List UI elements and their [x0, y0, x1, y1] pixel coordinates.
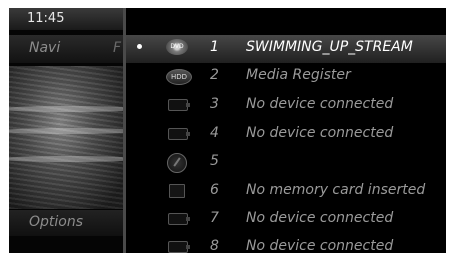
- item-label: No device connected: [246, 210, 394, 226]
- hdd-icon: HDD: [166, 69, 192, 85]
- list-item[interactable]: 8 No device connected: [126, 234, 446, 253]
- usb-icon: [168, 128, 188, 140]
- item-number: 8: [210, 238, 219, 253]
- list-item[interactable]: 3 No device connected: [126, 92, 446, 120]
- list-item[interactable]: 5: [126, 149, 446, 177]
- item-number: 5: [210, 153, 219, 169]
- item-label: No device connected: [246, 238, 394, 253]
- list-item[interactable]: HDD 2 Media Register: [126, 63, 446, 91]
- item-label: No device connected: [246, 96, 394, 112]
- clock: 11:45: [9, 8, 123, 30]
- item-number: 4: [210, 125, 219, 141]
- disc-icon: DVD: [166, 39, 188, 55]
- item-label: Media Register: [246, 67, 351, 83]
- item-label: SWIMMING_UP_STREAM: [246, 39, 413, 55]
- album-art-thumbnail: [9, 66, 123, 209]
- memory-card-icon: [169, 184, 185, 198]
- navi-truncated-label: F: [113, 40, 122, 56]
- radio-icon: [167, 153, 187, 173]
- item-number: 3: [210, 96, 219, 112]
- item-number: 7: [210, 210, 219, 226]
- usb-icon: [168, 99, 188, 111]
- list-item[interactable]: 7 No device connected: [126, 206, 446, 234]
- item-label: No device connected: [246, 125, 394, 141]
- list-item[interactable]: 4 No device connected: [126, 121, 446, 149]
- options-label: Options: [29, 214, 84, 230]
- selected-bullet-icon: [137, 44, 142, 49]
- item-number: 6: [210, 182, 219, 198]
- usb-icon: [168, 213, 188, 225]
- navi-label: Navi: [29, 40, 61, 56]
- media-source-list: DVD 1 SWIMMING_UP_STREAM HDD 2 Media Reg…: [126, 8, 446, 253]
- left-panel: 11:45 Navi F Options: [9, 8, 123, 253]
- item-number: 2: [210, 67, 219, 83]
- media-screen: 11:45 Navi F Options DVD 1 SWIMMING_UP_S…: [9, 8, 446, 253]
- list-item[interactable]: 6 No memory card inserted: [126, 178, 446, 206]
- item-label: No memory card inserted: [246, 182, 426, 198]
- item-number: 1: [210, 39, 219, 55]
- list-item[interactable]: DVD 1 SWIMMING_UP_STREAM: [126, 35, 446, 63]
- options-menu-item[interactable]: Options: [9, 210, 123, 236]
- usb-icon: [168, 241, 188, 253]
- navi-menu-item[interactable]: Navi F: [9, 35, 123, 63]
